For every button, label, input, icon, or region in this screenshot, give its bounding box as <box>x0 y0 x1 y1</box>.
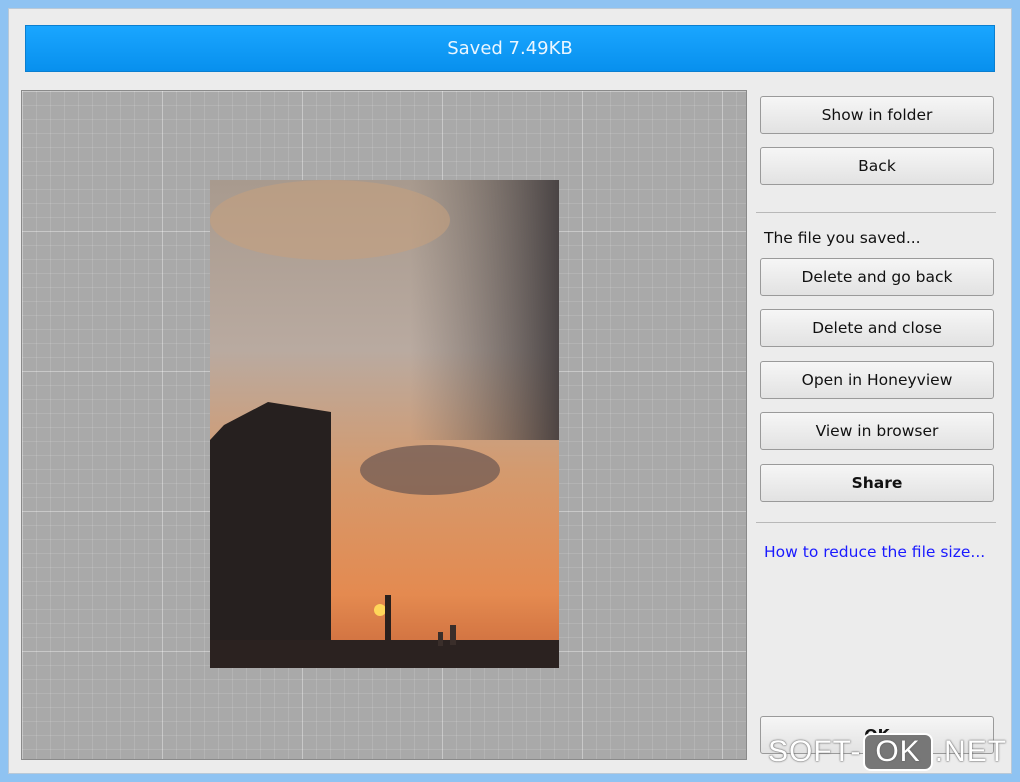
reduce-file-size-link[interactable]: How to reduce the file size... <box>764 543 985 561</box>
divider <box>756 212 996 213</box>
saved-title: Saved 7.49KB <box>447 38 573 59</box>
watermark-part: OK <box>863 733 933 771</box>
open-in-honeyview-button[interactable]: Open in Honeyview <box>760 361 994 399</box>
saved-file-label: The file you saved... <box>764 229 921 247</box>
saved-banner: Saved 7.49KB <box>25 25 995 72</box>
watermark-logo: SOFT- OK .NET <box>768 733 1007 771</box>
watermark-part: SOFT- <box>768 735 862 768</box>
preview-canvas <box>21 90 747 760</box>
show-in-folder-button[interactable]: Show in folder <box>760 96 994 134</box>
back-button[interactable]: Back <box>760 147 994 185</box>
view-in-browser-button[interactable]: View in browser <box>760 412 994 450</box>
divider <box>756 522 996 523</box>
watermark-part: .NET <box>934 735 1008 768</box>
share-button[interactable]: Share <box>760 464 994 502</box>
delete-and-go-back-button[interactable]: Delete and go back <box>760 258 994 296</box>
delete-and-close-button[interactable]: Delete and close <box>760 309 994 347</box>
preview-image <box>210 180 559 668</box>
